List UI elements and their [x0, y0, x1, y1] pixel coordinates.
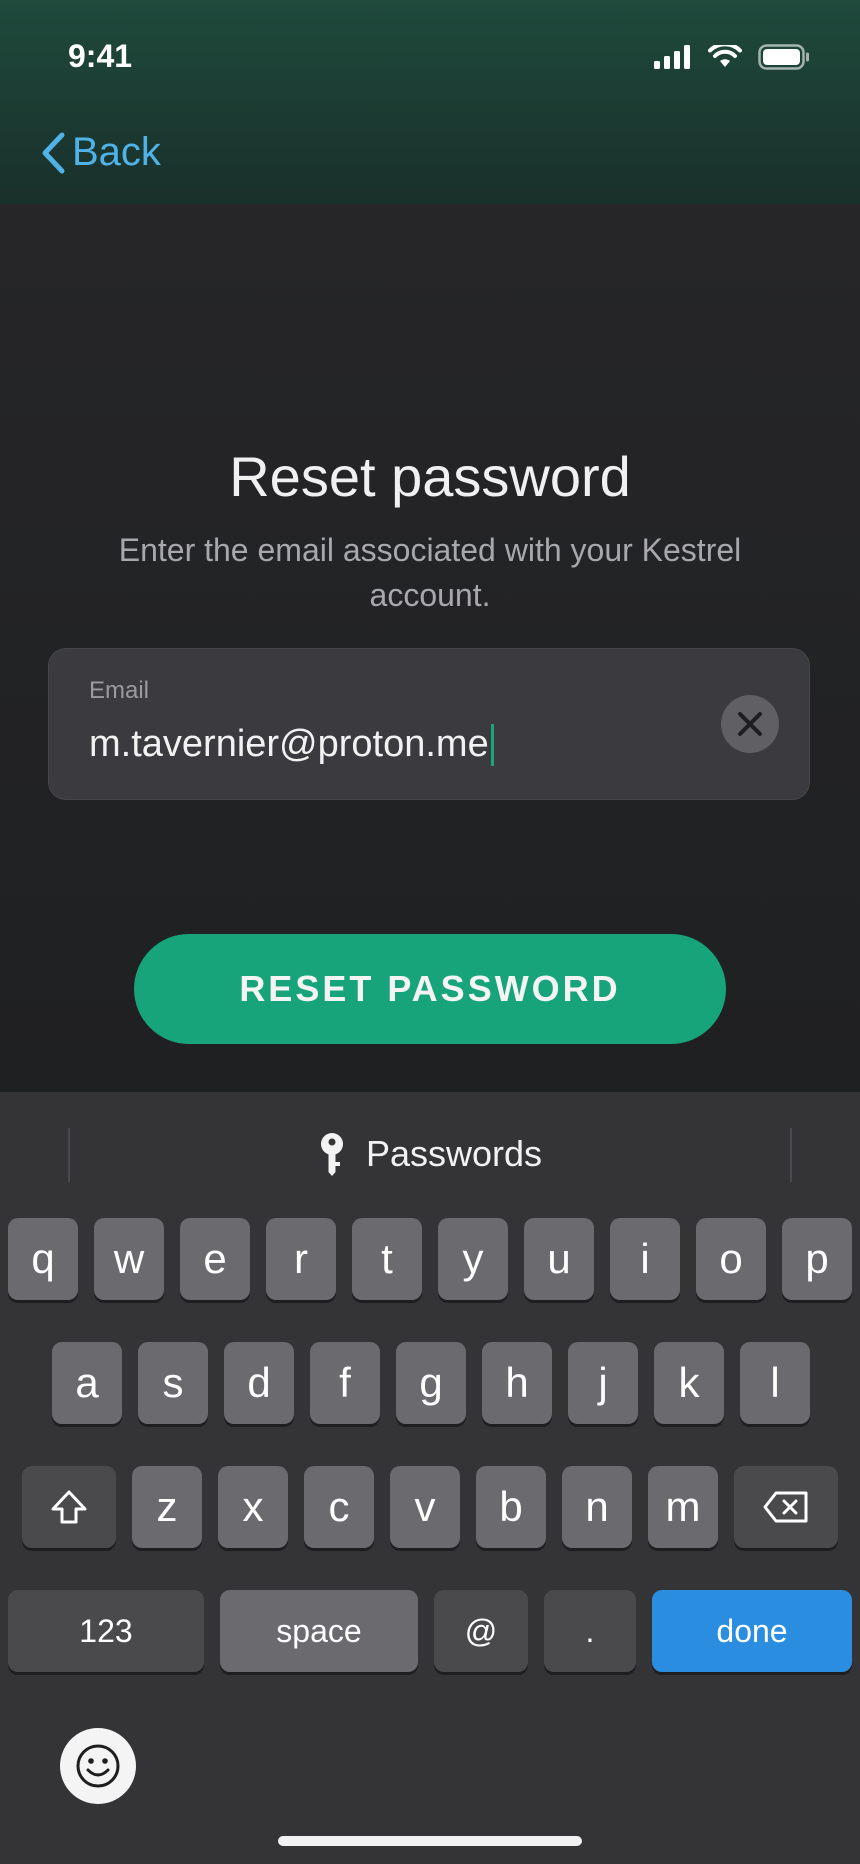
- key-u[interactable]: u: [524, 1218, 594, 1300]
- chevron-left-icon: [42, 132, 65, 173]
- key-q[interactable]: q: [8, 1218, 78, 1300]
- status-time: 9:41: [68, 38, 133, 74]
- key-m[interactable]: m: [648, 1466, 718, 1548]
- backspace-icon: [763, 1491, 808, 1523]
- key-i[interactable]: i: [610, 1218, 680, 1300]
- key-s[interactable]: s: [138, 1342, 208, 1424]
- at-key[interactable]: @: [434, 1590, 528, 1672]
- key-l[interactable]: l: [740, 1342, 810, 1424]
- home-indicator: [278, 1836, 582, 1846]
- passwords-suggestion[interactable]: Passwords: [0, 1132, 860, 1176]
- key-v[interactable]: v: [390, 1466, 460, 1548]
- backspace-key[interactable]: [734, 1466, 838, 1548]
- clear-button[interactable]: [721, 695, 779, 753]
- reset-password-button[interactable]: RESET PASSWORD: [134, 934, 726, 1044]
- battery-icon: [758, 44, 809, 70]
- done-key[interactable]: done: [652, 1590, 852, 1672]
- key-r[interactable]: r: [266, 1218, 336, 1300]
- key-j[interactable]: j: [568, 1342, 638, 1424]
- key-e[interactable]: e: [180, 1218, 250, 1300]
- key-t[interactable]: t: [352, 1218, 422, 1300]
- reset-form: Reset password Enter the email associate…: [0, 204, 860, 1092]
- dot-key[interactable]: .: [544, 1590, 636, 1672]
- key-y[interactable]: y: [438, 1218, 508, 1300]
- key-h[interactable]: h: [482, 1342, 552, 1424]
- key-w[interactable]: w: [94, 1218, 164, 1300]
- key-k[interactable]: k: [654, 1342, 724, 1424]
- key-p[interactable]: p: [782, 1218, 852, 1300]
- suggestion-bar: Passwords: [0, 1092, 860, 1222]
- status-icons: [654, 44, 810, 70]
- key-o[interactable]: o: [696, 1218, 766, 1300]
- passwords-label: Passwords: [365, 1133, 543, 1174]
- close-icon: [738, 712, 762, 736]
- text-caret: [490, 723, 494, 766]
- signal-icon: [654, 45, 690, 69]
- smiley-icon: [76, 1744, 120, 1788]
- key-a[interactable]: a: [52, 1342, 122, 1424]
- page-subtitle: Enter the email associated with your Kes…: [118, 532, 742, 613]
- back-button[interactable]: Back: [40, 130, 161, 175]
- key-b[interactable]: b: [476, 1466, 546, 1548]
- email-input[interactable]: m.tavernier@proton.me: [89, 723, 494, 766]
- wifi-icon: [708, 45, 742, 67]
- shift-icon: [51, 1490, 87, 1524]
- numbers-key[interactable]: 123: [8, 1590, 204, 1672]
- key-n[interactable]: n: [562, 1466, 632, 1548]
- back-label: Back: [72, 130, 161, 174]
- shift-key[interactable]: [22, 1466, 116, 1548]
- key-d[interactable]: d: [224, 1342, 294, 1424]
- key-x[interactable]: x: [218, 1466, 288, 1548]
- key-c[interactable]: c: [304, 1466, 374, 1548]
- page-title: Reset password: [229, 445, 631, 508]
- key-g[interactable]: g: [396, 1342, 466, 1424]
- key-f[interactable]: f: [310, 1342, 380, 1424]
- emoji-button[interactable]: [60, 1728, 136, 1804]
- key-z[interactable]: z: [132, 1466, 202, 1548]
- header: 9:41 Back: [0, 0, 860, 204]
- email-field[interactable]: Email m.tavernier@proton.me: [48, 648, 810, 800]
- email-value: m.tavernier@proton.me: [89, 723, 489, 765]
- email-label: Email: [89, 677, 150, 704]
- key-icon: [320, 1133, 343, 1176]
- space-key[interactable]: space: [220, 1590, 418, 1672]
- keyboard: Passwords q w e r t y u i o p a s d f g …: [0, 1092, 860, 1864]
